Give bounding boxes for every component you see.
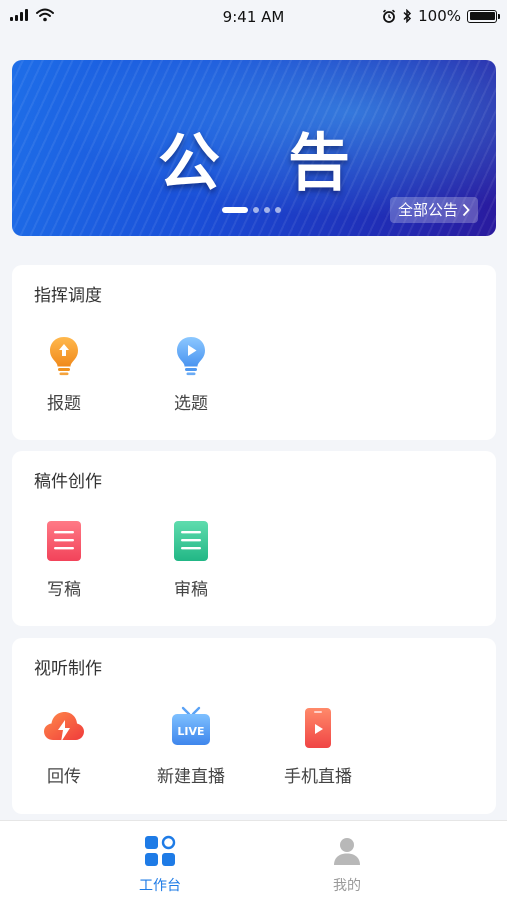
tab-mine[interactable]: 我的 (287, 835, 407, 895)
svg-text:LIVE: LIVE (177, 725, 204, 738)
carousel-dot (264, 207, 270, 213)
report-topic-label: 报题 (47, 394, 81, 414)
document-green-icon (174, 521, 208, 561)
lightbulb-orange-icon (50, 337, 78, 376)
user-icon (334, 838, 360, 865)
workbench-grid-icon (145, 835, 176, 866)
select-topic-label: 选题 (174, 394, 208, 414)
section-audiovisual-production: 视听制作 回传 LIVE 新建直播 手机直播 (12, 638, 496, 814)
alarm-icon (383, 9, 396, 23)
section-title: 指挥调度 (34, 286, 102, 306)
section-command-dispatch: 指挥调度 报题 选题 (12, 265, 496, 440)
battery-percent: 100% (418, 7, 461, 25)
section-title: 视听制作 (34, 659, 102, 679)
banner-title: 公告 (157, 126, 418, 199)
battery-icon (467, 9, 500, 23)
live-tv-icon: LIVE (172, 706, 210, 745)
new-live-label: 新建直播 (157, 767, 225, 787)
tab-workbench[interactable]: 工作台 (100, 835, 220, 895)
tab-workbench-label: 工作台 (139, 878, 181, 894)
lightbulb-blue-icon (177, 337, 205, 376)
review-article-button[interactable]: 审稿 (141, 519, 241, 600)
status-bar: 9:41 AM 100% (0, 0, 507, 34)
status-right: 100% (382, 7, 500, 25)
carousel-dot-active (222, 207, 248, 213)
section-manuscript-creation: 稿件创作 写稿 审稿 (12, 451, 496, 626)
chevron-right-icon (462, 203, 470, 217)
write-article-button[interactable]: 写稿 (14, 519, 114, 600)
select-topic-button[interactable]: 选题 (141, 333, 241, 414)
carousel-dot (253, 207, 259, 213)
upload-cloud-icon (44, 712, 84, 742)
all-notices-button[interactable]: 全部公告 (389, 197, 478, 223)
carousel-dot (275, 207, 281, 213)
upload-return-label: 回传 (47, 767, 81, 787)
report-topic-button[interactable]: 报题 (14, 333, 114, 414)
mobile-live-button[interactable]: 手机直播 (263, 706, 373, 787)
write-article-label: 写稿 (47, 580, 81, 600)
new-live-button[interactable]: LIVE 新建直播 (136, 706, 246, 787)
upload-return-button[interactable]: 回传 (14, 706, 114, 787)
mobile-live-label: 手机直播 (284, 767, 352, 787)
announcement-banner[interactable]: 公告 全部公告 (12, 60, 496, 236)
phone-live-icon (305, 708, 331, 748)
tab-mine-label: 我的 (333, 878, 361, 894)
document-red-icon (47, 521, 81, 561)
bluetooth-icon (403, 9, 412, 23)
review-article-label: 审稿 (174, 580, 208, 600)
bottom-tab-bar: 工作台 我的 (0, 820, 507, 901)
carousel-indicator (222, 207, 281, 213)
section-title: 稿件创作 (34, 472, 102, 492)
all-notices-label: 全部公告 (397, 201, 458, 219)
